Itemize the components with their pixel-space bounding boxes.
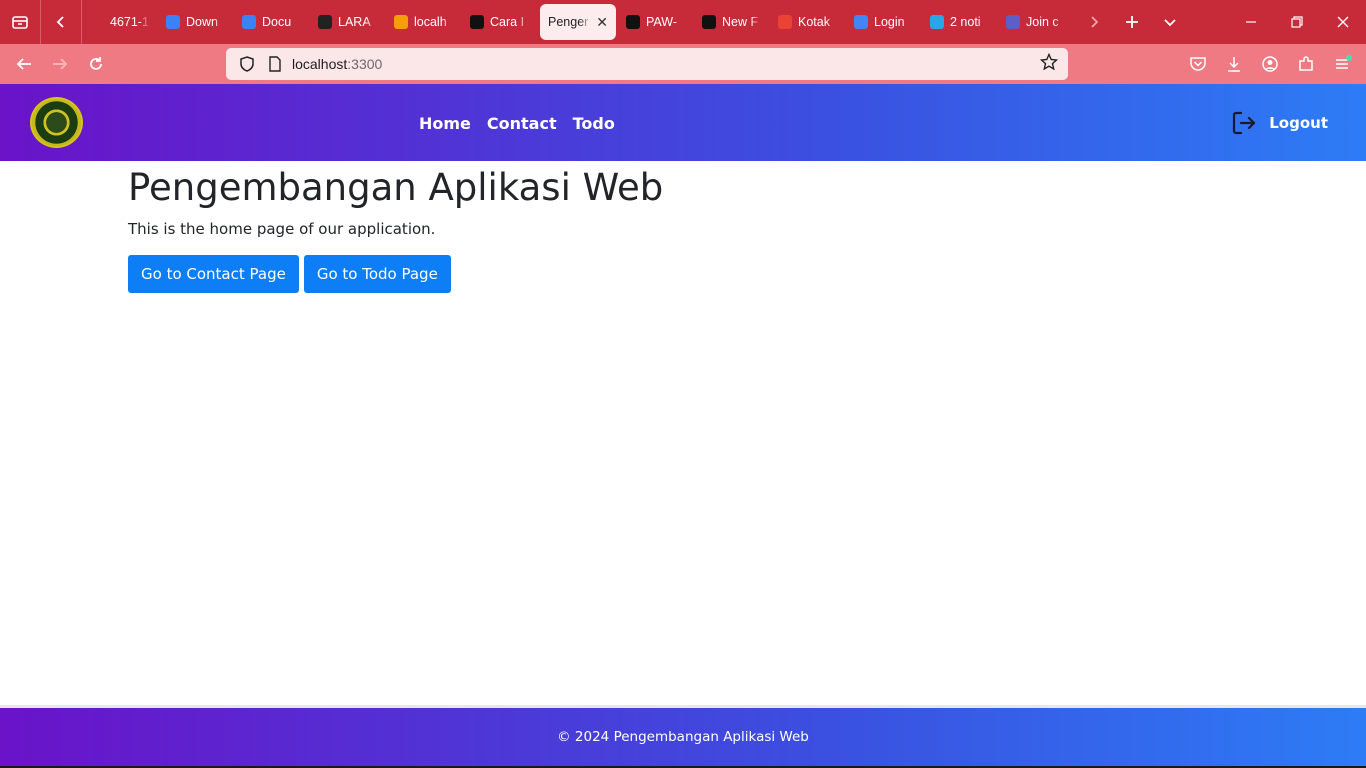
extensions-icon[interactable] — [1288, 48, 1324, 80]
close-window-button[interactable] — [1320, 0, 1366, 44]
tab-title: PAW- — [646, 15, 678, 29]
github-icon — [702, 15, 716, 29]
main-nav: Home Contact Todo — [419, 114, 615, 133]
site-footer: © 2024 Pengembangan Aplikasi Web — [0, 708, 1366, 766]
share-icon — [242, 15, 256, 29]
update-dot-icon — [1346, 55, 1352, 61]
tab-title: Login — [874, 15, 905, 29]
teams-icon — [1006, 15, 1020, 29]
nav-home-link[interactable]: Home — [419, 114, 471, 133]
logout-label: Logout — [1269, 114, 1328, 132]
bookmark-star-icon[interactable] — [1039, 52, 1059, 76]
browser-tab[interactable]: Kotak — [770, 4, 846, 40]
logout-button[interactable]: Logout — [1231, 110, 1328, 136]
tab-title: Kotak — [798, 15, 830, 29]
tab-title: Penger — [548, 15, 589, 29]
nav-contact-link[interactable]: Contact — [487, 114, 557, 133]
restore-button[interactable] — [1274, 0, 1320, 44]
close-tab-icon[interactable]: ✕ — [596, 14, 608, 31]
logout-icon — [1233, 111, 1256, 135]
browser-tab[interactable]: New F — [694, 4, 770, 40]
minimize-button[interactable] — [1228, 0, 1274, 44]
laragon-icon — [318, 15, 332, 29]
page-info-icon[interactable] — [264, 53, 286, 75]
phpmyadmin-icon — [394, 15, 408, 29]
action-buttons: Go to Contact Page Go to Todo Page — [128, 255, 663, 293]
m-icon — [626, 15, 640, 29]
nav-todo-link[interactable]: Todo — [573, 114, 615, 133]
browser-tab[interactable]: Down — [158, 4, 234, 40]
pocket-icon[interactable] — [1180, 48, 1216, 80]
page-title: Pengembangan Aplikasi Web — [128, 166, 664, 209]
forward-button[interactable] — [42, 48, 78, 80]
browser-tab[interactable]: Docu — [234, 4, 310, 40]
tab-title: New F — [722, 15, 759, 29]
browser-tab[interactable]: 2 noti — [922, 4, 998, 40]
tab-title: 4671-1683 — [110, 15, 150, 29]
back-button[interactable] — [6, 48, 42, 80]
browser-tab[interactable]: PAW- — [618, 4, 694, 40]
tab-title: LARA — [338, 15, 371, 29]
document-icon — [90, 15, 104, 29]
tab-manager-icon[interactable] — [0, 0, 40, 44]
tab-title: 2 noti — [950, 15, 981, 29]
browser-tab[interactable]: Cara I — [462, 4, 538, 40]
scroll-tabs-right-icon[interactable] — [1074, 0, 1114, 44]
toolbar-right — [1180, 48, 1360, 80]
page-description: This is the home page of our application… — [128, 220, 436, 238]
browser-tab[interactable]: Penger ✕ — [540, 4, 616, 40]
tab-list: 4671-1683 Down Docu LARA localh Cara I Penger ✕… — [82, 0, 1074, 44]
tab-title: localh — [414, 15, 447, 29]
browser-tab[interactable]: LARA — [310, 4, 386, 40]
site-header: Home Contact Todo Logout — [0, 84, 1366, 161]
gmail-icon — [778, 15, 792, 29]
list-all-tabs-icon[interactable] — [1150, 0, 1190, 44]
new-tab-button[interactable] — [1114, 0, 1150, 44]
google-icon — [854, 15, 868, 29]
go-to-contact-button[interactable]: Go to Contact Page — [128, 255, 299, 293]
tab-title: Join c — [1026, 15, 1059, 29]
menu-icon[interactable] — [1324, 48, 1360, 80]
main-content: Pengembangan Aplikasi Web This is the ho… — [128, 166, 663, 293]
browser-tab[interactable]: localh — [386, 4, 462, 40]
university-logo[interactable] — [30, 97, 83, 148]
tab-title: Down — [186, 15, 218, 29]
reload-button[interactable] — [78, 48, 114, 80]
browser-toolbar: localhost:3300 — [0, 44, 1366, 84]
telegram-icon — [930, 15, 944, 29]
footer-copyright: © 2024 Pengembangan Aplikasi Web — [557, 729, 809, 745]
url-host: localhost — [292, 56, 348, 72]
go-to-todo-button[interactable]: Go to Todo Page — [303, 255, 451, 293]
browser-tab[interactable]: Login — [846, 4, 922, 40]
tab-title: Docu — [262, 15, 292, 29]
browser-tab[interactable]: 4671-1683 — [82, 4, 158, 40]
scroll-tabs-left-icon[interactable] — [41, 0, 81, 44]
tab-title: Cara I — [490, 15, 525, 29]
downloads-icon[interactable] — [1216, 48, 1252, 80]
window-controls — [1228, 0, 1366, 44]
address-bar[interactable]: localhost:3300 — [226, 48, 1068, 80]
account-icon[interactable] — [1252, 48, 1288, 80]
browser-tab-strip: 4671-1683 Down Docu LARA localh Cara I Penger ✕… — [0, 0, 1366, 44]
tracking-protection-shield-icon[interactable] — [236, 53, 258, 75]
url-port: :3300 — [347, 56, 383, 72]
browser-tab[interactable]: Join c — [998, 4, 1074, 40]
chatgpt-icon — [470, 15, 484, 29]
share-icon — [166, 15, 180, 29]
